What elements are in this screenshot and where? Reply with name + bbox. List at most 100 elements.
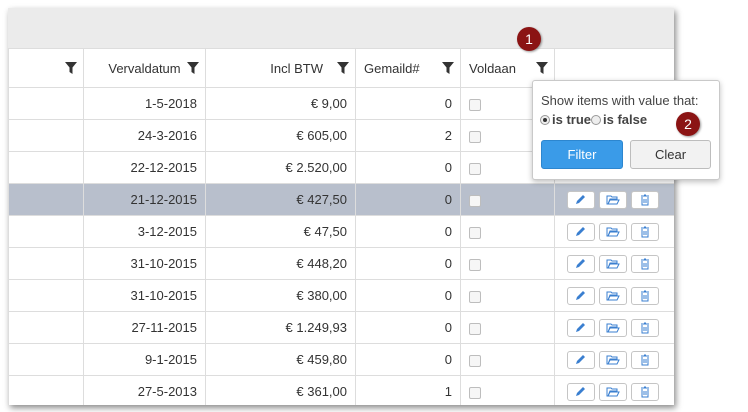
- cell-actions: [554, 247, 674, 280]
- open-button[interactable]: [599, 382, 627, 401]
- trash-icon: [641, 290, 649, 301]
- cell-gemaild: 0: [355, 311, 461, 344]
- edit-button[interactable]: [567, 254, 595, 273]
- clear-button[interactable]: Clear: [630, 140, 711, 169]
- delete-button[interactable]: [631, 254, 659, 273]
- column-header-prev[interactable]: [8, 48, 84, 88]
- cell-actions: [554, 279, 674, 312]
- callout-badge-2: 2: [676, 112, 700, 136]
- table-row-selected[interactable]: 21-12-2015 € 427,50 0: [8, 183, 674, 216]
- delete-button[interactable]: [631, 350, 659, 369]
- cell-vervaldatum: 3-12-2015: [83, 215, 206, 248]
- trash-icon: [641, 258, 649, 269]
- funnel-icon[interactable]: [337, 61, 349, 75]
- cell-gemaild: 1: [355, 375, 461, 405]
- funnel-icon[interactable]: [65, 61, 77, 75]
- voldaan-checkbox[interactable]: [469, 98, 481, 111]
- table-row[interactable]: 27-11-2015 € 1.249,93 0: [8, 311, 674, 344]
- cell-vervaldatum: 24-3-2016: [83, 119, 206, 152]
- funnel-icon[interactable]: [536, 61, 548, 75]
- cell-incl-btw: € 605,00: [205, 119, 356, 152]
- voldaan-checkbox[interactable]: [469, 194, 481, 207]
- voldaan-checkbox[interactable]: [469, 226, 481, 239]
- cell-actions: [554, 183, 674, 216]
- cell-gemaild: 2: [355, 119, 461, 152]
- folder-open-icon: [606, 323, 620, 332]
- open-button[interactable]: [599, 222, 627, 241]
- edit-button[interactable]: [567, 190, 595, 209]
- table-row[interactable]: 3-12-2015 € 47,50 0: [8, 215, 674, 248]
- column-label: Incl BTW: [270, 60, 323, 76]
- voldaan-checkbox[interactable]: [469, 162, 481, 175]
- filter-message: Show items with value that:: [541, 93, 699, 108]
- cell-prev: [8, 375, 84, 405]
- pencil-icon: [576, 322, 585, 332]
- voldaan-checkbox[interactable]: [469, 386, 481, 399]
- voldaan-checkbox[interactable]: [469, 354, 481, 367]
- pencil-icon: [576, 290, 585, 300]
- cell-gemaild: 0: [355, 343, 461, 376]
- trash-icon: [641, 194, 649, 205]
- cell-prev: [8, 247, 84, 280]
- column-label: Voldaan: [469, 60, 516, 76]
- cell-voldaan: [460, 247, 555, 280]
- delete-button[interactable]: [631, 318, 659, 337]
- open-button[interactable]: [599, 254, 627, 273]
- edit-button[interactable]: [567, 222, 595, 241]
- open-button[interactable]: [599, 318, 627, 337]
- folder-open-icon: [606, 227, 620, 236]
- voldaan-checkbox[interactable]: [469, 290, 481, 303]
- funnel-icon[interactable]: [187, 61, 199, 75]
- filter-button[interactable]: Filter: [541, 140, 623, 169]
- table-row[interactable]: 31-10-2015 € 448,20 0: [8, 247, 674, 280]
- delete-button[interactable]: [631, 286, 659, 305]
- cell-incl-btw: € 9,00: [205, 87, 356, 120]
- table-row[interactable]: 31-10-2015 € 380,00 0: [8, 279, 674, 312]
- funnel-icon[interactable]: [442, 61, 454, 75]
- open-button[interactable]: [599, 350, 627, 369]
- cell-vervaldatum: 31-10-2015: [83, 279, 206, 312]
- cell-voldaan: [460, 343, 555, 376]
- pencil-icon: [576, 258, 585, 268]
- column-header-vervaldatum[interactable]: Vervaldatum: [83, 48, 206, 88]
- cell-gemaild: 0: [355, 215, 461, 248]
- delete-button[interactable]: [631, 382, 659, 401]
- voldaan-checkbox[interactable]: [469, 130, 481, 143]
- trash-icon: [641, 226, 649, 237]
- radio-is-false[interactable]: [591, 114, 602, 125]
- cell-gemaild: 0: [355, 279, 461, 312]
- radio-is-true[interactable]: [540, 114, 550, 125]
- cell-vervaldatum: 9-1-2015: [83, 343, 206, 376]
- cell-gemaild: 0: [355, 151, 461, 184]
- folder-open-icon: [606, 355, 620, 364]
- cell-actions: [554, 375, 674, 405]
- open-button[interactable]: [599, 286, 627, 305]
- table-row[interactable]: 27-5-2013 € 361,00 1: [8, 375, 674, 405]
- edit-button[interactable]: [567, 286, 595, 305]
- option-label-false[interactable]: is false: [603, 112, 647, 127]
- table-row[interactable]: 9-1-2015 € 459,80 0: [8, 343, 674, 376]
- edit-button[interactable]: [567, 318, 595, 337]
- open-button[interactable]: [599, 190, 627, 209]
- column-label: Vervaldatum: [108, 60, 181, 76]
- column-header-gemaild[interactable]: Gemaild#: [355, 48, 461, 88]
- cell-prev: [8, 215, 84, 248]
- delete-button[interactable]: [631, 190, 659, 209]
- column-header-incl-btw[interactable]: Incl BTW: [205, 48, 356, 88]
- cell-incl-btw: € 1.249,93: [205, 311, 356, 344]
- voldaan-checkbox[interactable]: [469, 258, 481, 271]
- cell-incl-btw: € 427,50: [205, 183, 356, 216]
- delete-button[interactable]: [631, 222, 659, 241]
- cell-gemaild: 0: [355, 87, 461, 120]
- pencil-icon: [576, 386, 585, 396]
- cell-incl-btw: € 47,50: [205, 215, 356, 248]
- edit-button[interactable]: [567, 350, 595, 369]
- cell-voldaan: [460, 311, 555, 344]
- trash-icon: [641, 354, 649, 365]
- cell-prev: [8, 119, 84, 152]
- voldaan-checkbox[interactable]: [469, 322, 481, 335]
- cell-prev: [8, 87, 84, 120]
- edit-button[interactable]: [567, 382, 595, 401]
- option-label-true[interactable]: is true: [552, 112, 591, 127]
- trash-icon: [641, 386, 649, 397]
